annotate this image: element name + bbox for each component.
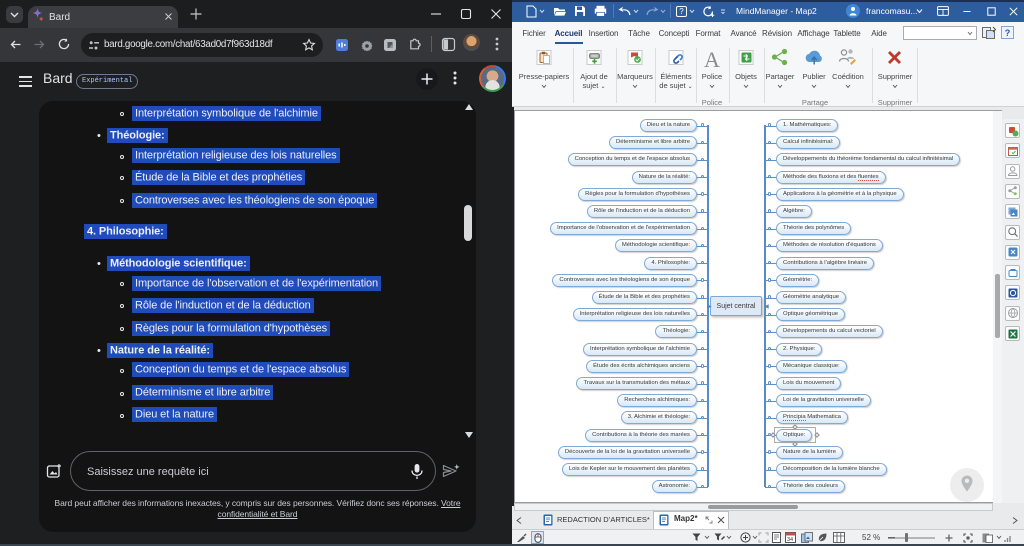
svg-text:34: 34 <box>787 537 793 543</box>
